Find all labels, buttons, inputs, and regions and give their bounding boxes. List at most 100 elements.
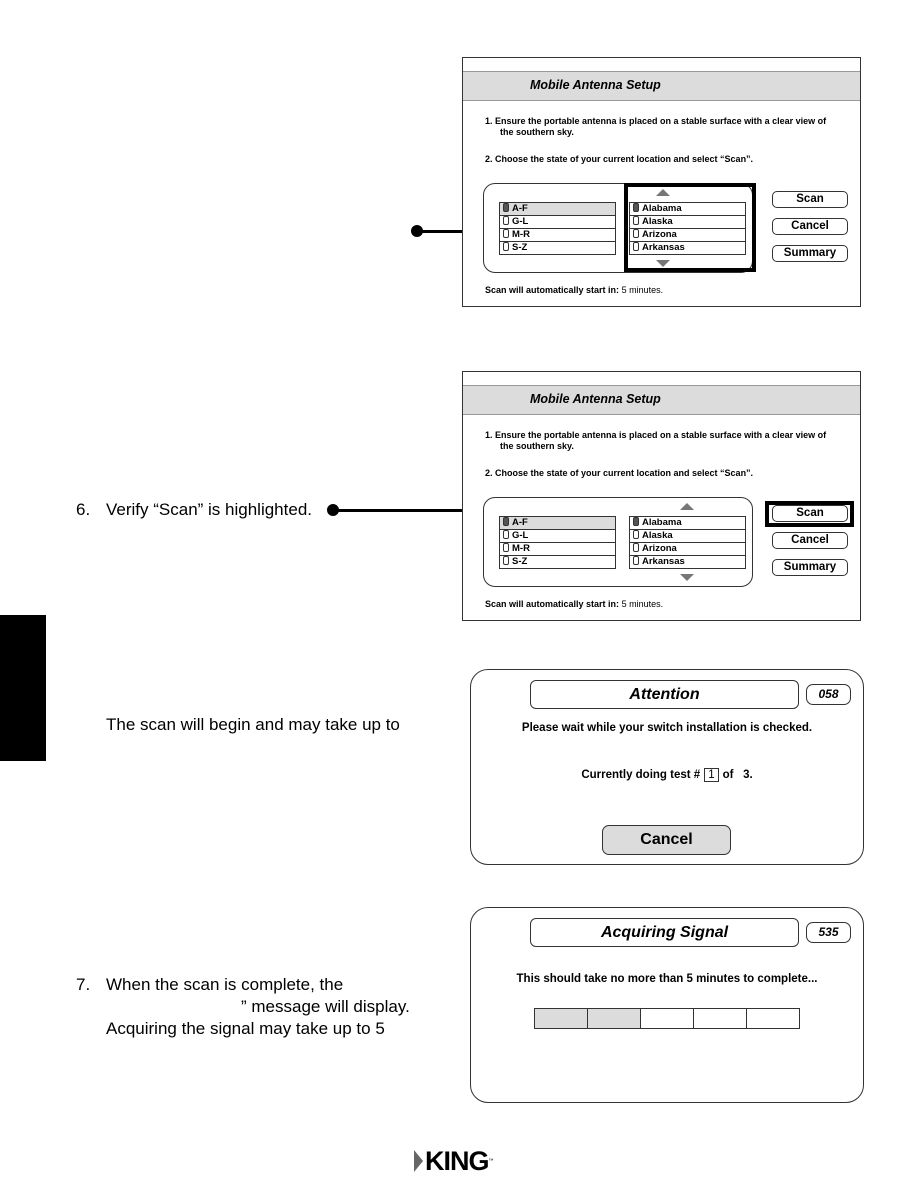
auto-start-label: Scan will automatically start in: [485, 599, 620, 609]
step-text-line2: ” message will display. [241, 997, 410, 1016]
cancel-button[interactable]: Cancel [772, 218, 848, 235]
test-prefix: Currently doing test # [581, 769, 701, 781]
scroll-up-icon[interactable] [680, 503, 694, 510]
state-item[interactable]: Alabama [629, 516, 746, 530]
auto-start-value: 5 minutes. [621, 599, 664, 609]
range-list: A-F G-L M-R S-Z [499, 516, 616, 569]
acquiring-signal-dialog: Acquiring Signal 535 This should take no… [470, 907, 864, 1103]
range-list: A-F G-L M-R S-Z [499, 202, 616, 255]
range-item[interactable]: G-L [499, 529, 616, 543]
range-label: A-F [512, 517, 528, 528]
range-item[interactable]: A-F [499, 202, 616, 216]
scan-note: The scan will begin and may take up to [106, 715, 400, 734]
step-text-line1: When the scan is complete, the [106, 975, 344, 994]
scan-button[interactable]: Scan [772, 505, 848, 522]
screen-title: Mobile Antenna Setup [530, 78, 661, 92]
step-text: Verify “Scan” is highlighted. [106, 500, 312, 519]
radio-icon [633, 543, 639, 552]
state-item[interactable]: Arizona [629, 542, 746, 556]
auto-start-label: Scan will automatically start in: [485, 285, 620, 295]
scan-button[interactable]: Scan [772, 191, 848, 208]
setup-screen-1: Mobile Antenna Setup 1. Ensure the porta… [462, 57, 861, 307]
step-number: 6. [76, 500, 91, 519]
step-text-line3: Acquiring the signal may take up to 5 [106, 1019, 385, 1038]
test-total: 3. [743, 769, 753, 781]
screen-header: Mobile Antenna Setup [463, 385, 860, 415]
range-label: S-Z [512, 242, 528, 253]
instruction-2: 2. Choose the state of your current loca… [485, 468, 754, 478]
selection-panel: A-F G-L M-R S-Z Alabama Alaska Arizona A… [483, 497, 753, 587]
radio-icon [503, 242, 509, 251]
range-label: A-F [512, 203, 528, 214]
state-item[interactable]: Arkansas [629, 555, 746, 569]
radio-icon [503, 203, 509, 212]
radio-icon [503, 229, 509, 238]
range-item[interactable]: M-R [499, 542, 616, 556]
auto-start-status: Scan will automatically start in: 5 minu… [485, 285, 663, 295]
state-item[interactable]: Alaska [629, 529, 746, 543]
king-logo: KING ™ [414, 1146, 494, 1176]
range-item[interactable]: S-Z [499, 241, 616, 255]
state-list: Alabama Alaska Arizona Arkansas [629, 516, 746, 569]
section-tab [0, 615, 46, 761]
auto-start-status: Scan will automatically start in: 5 minu… [485, 599, 663, 609]
progress-segment [535, 1009, 588, 1028]
progress-bar [534, 1008, 800, 1029]
range-item[interactable]: S-Z [499, 555, 616, 569]
logo-chevron-icon [414, 1150, 423, 1172]
range-item[interactable]: M-R [499, 228, 616, 242]
test-current: 1 [704, 768, 719, 782]
logo-text: KING [425, 1146, 489, 1176]
dialog-message: This should take no more than 5 minutes … [516, 973, 818, 985]
scroll-down-icon[interactable] [680, 574, 694, 581]
dialog-code: 535 [806, 922, 851, 943]
instruction-1-line2: the southern sky. [500, 127, 574, 137]
instruction-1-line1: 1. Ensure the portable antenna is placed… [485, 116, 827, 126]
dialog-message: Please wait while your switch installati… [521, 722, 813, 734]
instruction-1: 1. Ensure the portable antenna is placed… [485, 430, 826, 452]
state-label: Arizona [642, 543, 677, 554]
state-list-highlight [624, 183, 756, 272]
progress-segment [641, 1009, 694, 1028]
auto-start-value: 5 minutes. [621, 285, 664, 295]
progress-segment [747, 1009, 799, 1028]
range-item[interactable]: G-L [499, 215, 616, 229]
radio-icon [503, 530, 509, 539]
dialog-code: 058 [806, 684, 851, 705]
range-item[interactable]: A-F [499, 516, 616, 530]
step-7: 7. When the scan is complete, the ” messa… [76, 974, 410, 1040]
progress-segment [588, 1009, 641, 1028]
summary-button[interactable]: Summary [772, 559, 848, 576]
radio-icon [503, 517, 509, 526]
test-progress: Currently doing test #1 of 3. [471, 768, 863, 782]
dialog-title: Attention [530, 680, 799, 709]
screen-title: Mobile Antenna Setup [530, 392, 661, 406]
trademark-symbol: ™ [488, 1158, 494, 1164]
dialog-title: Acquiring Signal [530, 918, 799, 947]
state-label: Alaska [642, 530, 673, 541]
range-label: G-L [512, 216, 529, 227]
radio-icon [503, 543, 509, 552]
range-label: S-Z [512, 556, 528, 567]
attention-dialog: Attention 058 Please wait while your swi… [470, 669, 864, 865]
summary-button[interactable]: Summary [772, 245, 848, 262]
instruction-1-line1: 1. Ensure the portable antenna is placed… [485, 430, 827, 440]
instruction-1-line2: the southern sky. [500, 441, 574, 451]
instruction-1: 1. Ensure the portable antenna is placed… [485, 116, 826, 138]
radio-icon [503, 216, 509, 225]
cancel-button[interactable]: Cancel [602, 825, 731, 855]
state-label: Arkansas [642, 556, 685, 567]
screen-header: Mobile Antenna Setup [463, 71, 860, 101]
radio-icon [633, 517, 639, 526]
radio-icon [633, 556, 639, 565]
radio-icon [503, 556, 509, 565]
step-6: 6. Verify “Scan” is highlighted. [76, 499, 312, 521]
range-label: G-L [512, 530, 529, 541]
range-label: M-R [512, 229, 530, 240]
test-of: of [722, 769, 734, 781]
radio-icon [633, 530, 639, 539]
state-label: Alabama [642, 517, 682, 528]
step-number: 7. [76, 975, 91, 994]
instruction-2: 2. Choose the state of your current loca… [485, 154, 754, 164]
cancel-button[interactable]: Cancel [772, 532, 848, 549]
